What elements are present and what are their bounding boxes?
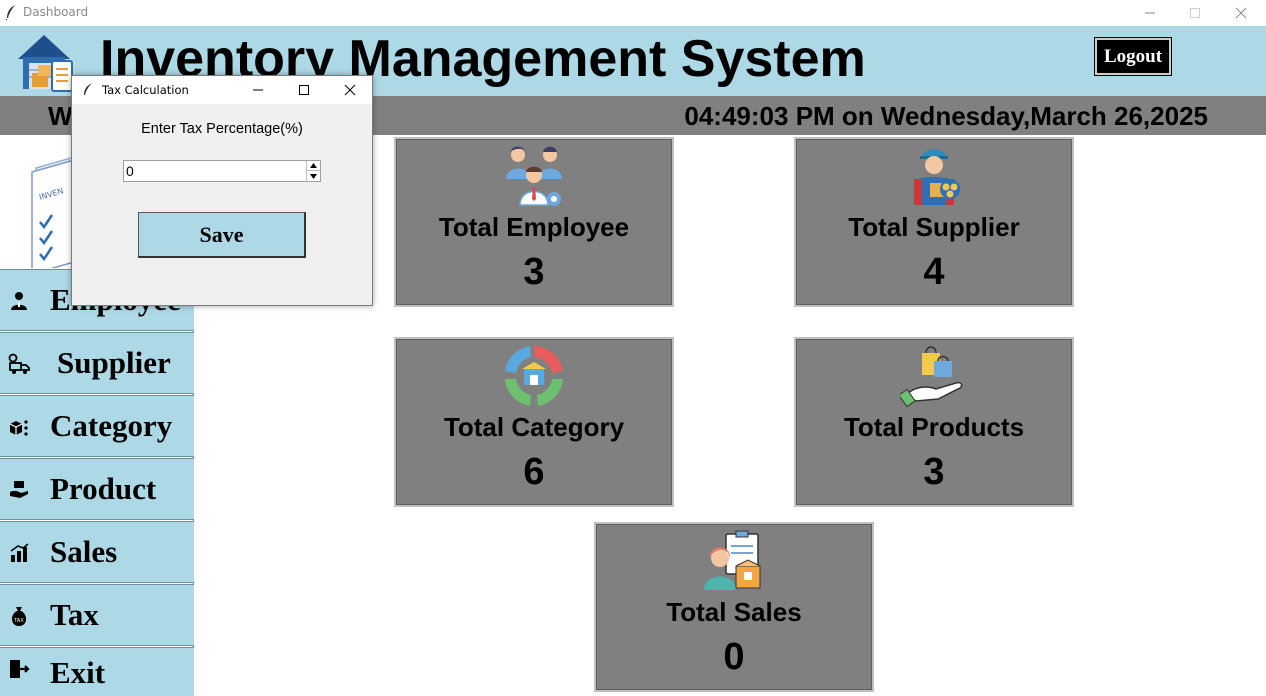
tax-calculation-dialog: Tax Calculation Enter Tax Percentage(%) …: [71, 75, 373, 306]
delivery-truck-icon: [8, 353, 30, 374]
card-value: 3: [523, 251, 545, 293]
arrow-down-icon: [310, 173, 317, 179]
tax-bag-icon: TAX: [11, 607, 27, 626]
category-ring-icon: [505, 346, 563, 406]
maximize-icon: [1190, 8, 1200, 18]
card-total-category: Total Category 6: [394, 337, 674, 507]
spin-up-button[interactable]: [306, 161, 320, 171]
menu-item-category[interactable]: Category: [0, 395, 194, 457]
tax-percentage-spinbox[interactable]: [123, 160, 321, 182]
card-value: 4: [923, 251, 945, 293]
bar-chart-icon: [10, 543, 29, 562]
close-button[interactable]: [1218, 0, 1264, 26]
menu-item-sales[interactable]: Sales: [0, 521, 194, 583]
boxes-icon: [9, 420, 28, 436]
maximize-icon: [299, 85, 309, 95]
menu-item-exit[interactable]: Exit: [0, 647, 194, 696]
menu-item-product[interactable]: Product: [0, 458, 194, 520]
menu-label-exit: Exit: [50, 655, 106, 690]
save-button[interactable]: Save: [138, 212, 306, 258]
feather-icon: [5, 5, 15, 20]
menu-label-sales: Sales: [50, 534, 118, 569]
welcome-text: W: [48, 101, 73, 131]
dialog-title: Tax Calculation: [102, 83, 189, 97]
window-title: Dashboard: [23, 5, 89, 19]
minimize-button[interactable]: [1127, 0, 1173, 26]
svg-text:TAX: TAX: [13, 618, 24, 624]
employees-group-icon: [506, 146, 562, 206]
close-icon: [1235, 7, 1247, 19]
feather-icon: [84, 83, 92, 95]
card-title: Total Products: [843, 412, 1025, 442]
supplier-worker-icon: [914, 149, 960, 205]
arrow-up-icon: [310, 163, 317, 168]
card-title: Total Category: [443, 412, 625, 442]
card-total-products: Total Products 3: [794, 337, 1074, 507]
minimize-icon: [1145, 12, 1155, 14]
person-icon: [11, 292, 27, 310]
dialog-maximize-button[interactable]: [281, 76, 327, 104]
dialog-titlebar: Tax Calculation: [72, 76, 372, 104]
menu-label-category: Category: [50, 408, 173, 443]
datetime-clock: 04:49:03 PM on Wednesday,March 26,2025: [684, 101, 1208, 131]
menu-item-supplier[interactable]: Supplier: [0, 332, 194, 394]
card-total-employee: Total Employee 3: [394, 137, 674, 307]
maximize-button[interactable]: [1172, 0, 1218, 26]
card-value: 0: [723, 636, 745, 678]
sales-clipboard-icon: [704, 530, 761, 590]
shopping-bags-hand-icon: [900, 346, 963, 408]
menu-item-tax[interactable]: TAX Tax: [0, 584, 194, 646]
exit-door-icon: [10, 660, 30, 678]
menu-label-tax: Tax: [50, 597, 99, 632]
dialog-close-button[interactable]: [327, 76, 373, 104]
tax-prompt-label: Enter Tax Percentage(%): [141, 121, 303, 137]
product-hand-icon: [10, 481, 28, 498]
menu-label-supplier: Supplier: [57, 345, 171, 380]
minimize-icon: [253, 89, 263, 91]
card-total-sales: Total Sales 0: [594, 522, 874, 692]
menu-label-product: Product: [50, 471, 157, 506]
tax-percentage-input[interactable]: [126, 162, 304, 180]
card-title: Total Supplier: [848, 212, 1020, 242]
card-total-supplier: Total Supplier 4: [794, 137, 1074, 307]
dialog-minimize-button[interactable]: [235, 76, 281, 104]
spin-down-button[interactable]: [306, 171, 320, 181]
close-icon: [344, 84, 356, 96]
card-title: Total Employee: [438, 212, 630, 242]
window-titlebar: Dashboard: [0, 0, 1266, 26]
logout-button[interactable]: Logout: [1094, 37, 1172, 76]
card-title: Total Sales: [666, 597, 802, 627]
card-value: 3: [923, 451, 945, 493]
card-value: 6: [523, 451, 545, 493]
